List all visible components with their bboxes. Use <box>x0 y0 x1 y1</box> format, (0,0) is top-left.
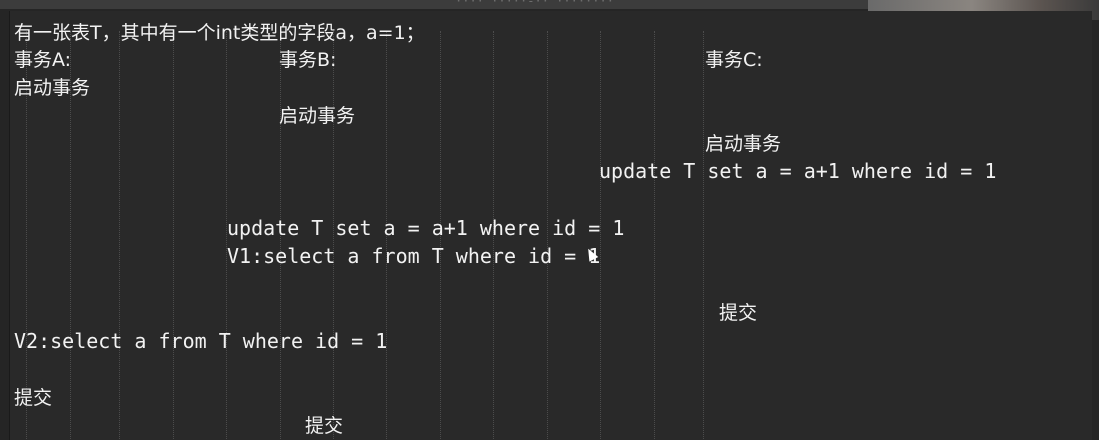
line-intro: 有一张表T，其中有一个int类型的字段a，a=1； <box>14 22 425 44</box>
line-header-c: 事务C: <box>705 49 763 71</box>
line-b-start: 启动事务 <box>279 105 356 127</box>
line-b-v1: V1:select a from T where id = 1 <box>227 244 601 268</box>
line-c-update: update T set a = a+1 where id = 1 <box>599 159 997 183</box>
line-a-start: 启动事务 <box>14 77 91 99</box>
line-a-v2: V2:select a from T where id = 1 <box>14 329 388 353</box>
line-a-commit: 提交 <box>14 387 53 409</box>
indent-guide <box>654 31 655 440</box>
topbar-ghost-text: ···· ·····-·· ········ <box>455 0 614 6</box>
indent-guide <box>119 31 120 440</box>
line-c-commit: 提交 <box>719 302 758 324</box>
line-b-commit: 提交 <box>305 415 344 437</box>
indent-guide <box>173 31 174 440</box>
indent-guide <box>703 31 704 440</box>
screen: ···· ·····-·· ········ 有一张表T，其中有一个int类型的… <box>0 0 1099 440</box>
line-c-start: 启动事务 <box>705 133 782 155</box>
line-b-update: update T set a = a+1 where id = 1 <box>227 216 625 240</box>
line-header-b: 事务B: <box>279 49 337 71</box>
line-header-a: 事务A: <box>14 49 72 71</box>
